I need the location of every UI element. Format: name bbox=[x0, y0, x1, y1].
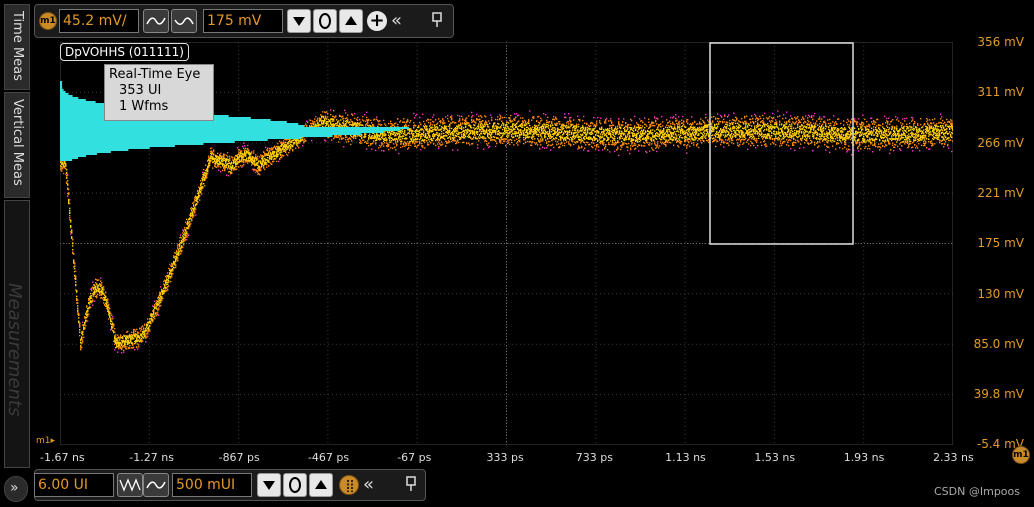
horizontal-scale-field[interactable]: 6.00 UI bbox=[34, 473, 114, 497]
triangle-down-icon bbox=[263, 481, 275, 490]
y-tick-label: 311 mV bbox=[977, 85, 1024, 100]
triangle-up-icon bbox=[345, 16, 357, 25]
watermark: CSDN @Impoos bbox=[934, 485, 1020, 498]
x-tick-label: 2.33 ns bbox=[933, 451, 974, 464]
marker-m1-right[interactable]: m1 bbox=[1012, 446, 1030, 464]
x-tick-label: 1.93 ns bbox=[843, 451, 885, 464]
triangle-up-icon bbox=[315, 480, 327, 489]
x-tick-label: -867 ps bbox=[218, 451, 260, 464]
y-tick-label: 175 mV bbox=[977, 236, 1024, 251]
y-tick-label: 39.8 mV bbox=[973, 387, 1024, 402]
wave-compress-icon bbox=[119, 478, 141, 492]
wave-stretch-button[interactable] bbox=[143, 473, 169, 497]
wave-up-button[interactable] bbox=[171, 9, 197, 33]
tooltip-wfms: 1 Wfms bbox=[119, 99, 169, 114]
wave-squeeze-button[interactable] bbox=[117, 473, 143, 497]
marker-m1-left[interactable]: m1▸ bbox=[36, 436, 55, 446]
tab-time-meas-label: Time Meas bbox=[10, 11, 25, 81]
h-reset-button[interactable] bbox=[283, 473, 307, 497]
circle-icon bbox=[319, 13, 331, 29]
tooltip-ui: 353 UI bbox=[119, 83, 162, 98]
tab-vertical-meas-label: Vertical Meas bbox=[10, 99, 25, 186]
tab-measurements[interactable]: Measurements bbox=[4, 200, 30, 468]
y-tick-label: 130 mV bbox=[977, 286, 1024, 301]
marker-m1-left-text: m1 bbox=[36, 436, 51, 446]
y-tick-label: 221 mV bbox=[977, 185, 1024, 200]
add-icon[interactable]: + bbox=[367, 11, 387, 31]
pin-icon[interactable] bbox=[405, 476, 417, 496]
increase-button[interactable] bbox=[339, 9, 363, 33]
wave-icon bbox=[146, 17, 166, 25]
triangle-down-icon bbox=[293, 17, 305, 26]
marker-toggle-icon[interactable] bbox=[339, 475, 359, 495]
top-toolbar: m1 45.2 mV/ 175 mV + « bbox=[34, 4, 454, 38]
tab-measurements-label: Measurements bbox=[4, 283, 25, 417]
reset-button[interactable] bbox=[313, 9, 337, 33]
vertical-offset-field[interactable]: 175 mV bbox=[203, 9, 283, 33]
x-tick-label: -1.67 ns bbox=[40, 451, 85, 464]
marker-m1-badge[interactable]: m1 bbox=[39, 12, 57, 30]
wave-expand-icon bbox=[146, 481, 166, 489]
circle-icon bbox=[289, 477, 301, 493]
tab-time-meas[interactable]: Time Meas bbox=[4, 4, 30, 90]
y-tick-label: 356 mV bbox=[977, 35, 1024, 49]
x-tick-label: 333 ps bbox=[486, 451, 524, 464]
x-tick-label: -467 ps bbox=[307, 451, 350, 464]
horizontal-position-field[interactable]: 500 mUI bbox=[172, 473, 252, 497]
h-decrease-button[interactable] bbox=[257, 473, 281, 497]
decrease-button[interactable] bbox=[287, 9, 311, 33]
eye-tooltip: Real-Time Eye 353 UI 1 Wfms bbox=[104, 64, 214, 121]
expand-panel-button[interactable]: » bbox=[4, 476, 28, 502]
collapse-icon[interactable]: « bbox=[363, 476, 374, 494]
x-tick-label: -1.27 ns bbox=[129, 451, 174, 464]
x-tick-label: 1.53 ns bbox=[754, 451, 796, 464]
double-chevron-right-icon: » bbox=[10, 480, 19, 496]
y-tick-label: 266 mV bbox=[977, 135, 1024, 150]
h-increase-button[interactable] bbox=[309, 473, 333, 497]
tab-vertical-meas[interactable]: Vertical Meas bbox=[4, 92, 30, 198]
wave-icon bbox=[174, 17, 194, 25]
vertical-scale-field[interactable]: 45.2 mV/ bbox=[59, 9, 139, 33]
tooltip-title: Real-Time Eye bbox=[109, 67, 201, 82]
pin-icon[interactable] bbox=[431, 12, 443, 32]
wave-down-button[interactable] bbox=[143, 9, 169, 33]
x-tick-label: -67 ps bbox=[397, 451, 432, 464]
x-tick-label: 733 ps bbox=[575, 451, 614, 464]
y-tick-label: 85.0 mV bbox=[973, 336, 1024, 351]
waveform-label[interactable]: DpVOHHS (011111) bbox=[60, 43, 189, 61]
x-tick-label: 1.13 ns bbox=[665, 451, 706, 464]
bottom-toolbar: 6.00 UI 500 mUI « bbox=[34, 469, 426, 501]
collapse-icon[interactable]: « bbox=[391, 12, 402, 30]
